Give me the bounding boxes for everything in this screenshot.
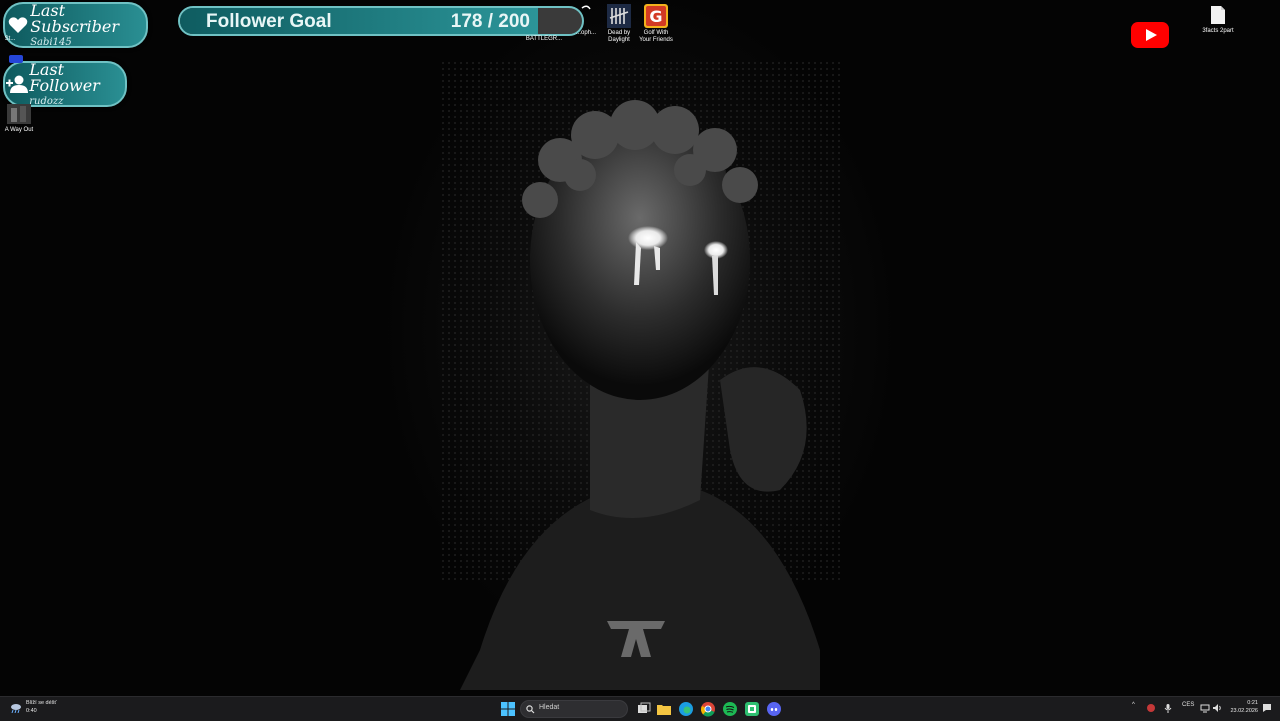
tray-app-icon[interactable] [1146,703,1156,713]
start-button[interactable] [500,701,516,717]
desktop-icon-battlegrounds[interactable]: BATTLEGR... [524,36,564,43]
discord-icon[interactable] [766,701,782,717]
spotify-icon[interactable] [722,701,738,717]
desktop-icon-golf[interactable]: G Golf With Your Friends [638,4,674,44]
follower-goal-label: Follower Goal [206,11,332,32]
search-placeholder: Hledat [539,704,560,711]
microphone-icon[interactable] [1163,703,1173,713]
desktop-icon-partial[interactable]: St... [0,36,20,43]
last-subscriber-overlay: Last Subscriber Sabi145 [3,2,148,48]
desktop-icon-blue-app[interactable] [6,55,26,63]
dead-by-daylight-icon [607,4,631,28]
clock-date: 23.02.2026 [1230,707,1258,714]
svg-text:G: G [649,7,662,26]
statue-bust-wallpaper [460,100,820,690]
desktop-icon-dead-by-daylight[interactable]: Dead by Daylight [603,4,635,44]
weather-text: Blíží se déšť [26,700,57,706]
network-icon[interactable] [1200,703,1210,713]
weather-subtext: 0:40 [26,707,37,714]
task-view-icon[interactable] [636,701,652,717]
taskbar-clock[interactable]: 0:21 23.02.2026 [1230,700,1258,715]
add-user-icon [5,75,29,93]
edge-icon[interactable] [678,701,694,717]
golf-with-your-friends-icon: G [644,4,668,28]
desktop-icon-file[interactable]: 3facts 2part [1198,5,1238,35]
search-icon [526,705,535,714]
last-follower-title: Last Follower [29,59,100,95]
chrome-icon[interactable] [700,701,716,717]
file-explorer-icon[interactable] [656,701,672,717]
language-indicator[interactable]: CES [1182,702,1194,708]
weather-widget[interactable]: Blíží se déšť 0:40 [10,700,57,715]
obs-app-icon[interactable] [744,701,760,717]
last-subscriber-name: Sabi145 [30,36,72,48]
partial-2-label: ...oph... [575,30,596,36]
follower-goal-bar: Follower Goal 178 / 200 [178,6,584,36]
desktop-icon-youtube[interactable] [1130,22,1170,48]
rain-cloud-icon [11,703,21,713]
taskbar-search[interactable]: Hledat [520,700,628,718]
chevron-up-icon[interactable]: ^ [1132,702,1135,708]
fnatic-logo [607,621,665,657]
a-way-out-icon [7,104,31,124]
dead-by-daylight-label: Dead by Daylight [607,30,631,43]
file-label: 3facts 2part [1202,28,1234,34]
a-way-out-label: A Way Out [4,127,34,133]
desktop-icon-partial-2[interactable]: ...oph... [574,4,598,37]
desktop-wallpaper [0,0,1280,696]
desktop-icon-partial-label: St... [4,36,16,42]
heart-icon [5,16,30,34]
refresh-shortcut-icon [581,5,591,10]
clock-time: 0:21 [1247,700,1258,706]
desktop-icon-a-way-out[interactable]: A Way Out [0,104,38,134]
last-subscriber-title: Last Subscriber [30,0,119,36]
blue-app-icon [9,55,23,63]
battlegrounds-label: BATTLEGR... [525,36,563,42]
notification-icon[interactable] [1262,703,1272,713]
golf-label: Golf With Your Friends [639,30,673,43]
last-follower-name: rudozz [29,95,64,107]
taskbar: Blíží se déšť 0:40 Hledat ^ CES 0:21 23.… [0,696,1280,721]
volume-icon[interactable] [1212,703,1222,713]
follower-goal-count: 178 / 200 [450,11,530,32]
last-follower-overlay: Last Follower rudozz [3,61,127,107]
document-icon [1211,6,1225,24]
youtube-icon [1131,22,1169,48]
